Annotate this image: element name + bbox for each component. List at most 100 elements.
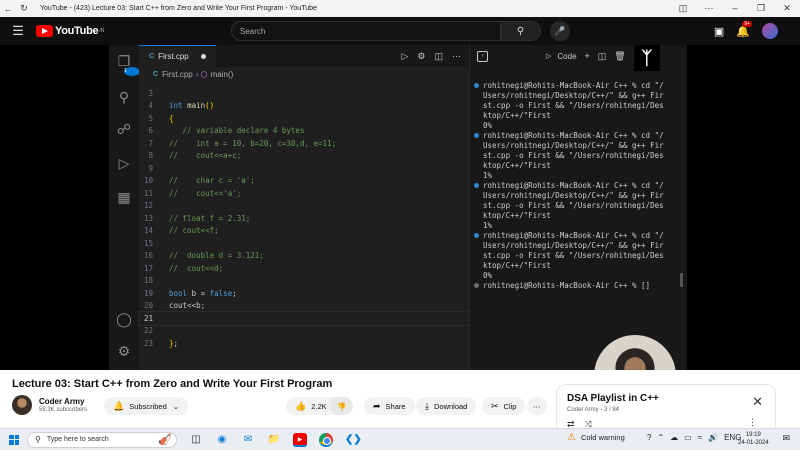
hamburger-menu-icon[interactable]: ☰ bbox=[0, 23, 36, 39]
search-icon: ⚲ bbox=[118, 89, 130, 105]
battery-icon[interactable]: ▭ bbox=[684, 433, 692, 442]
line-number: 4 bbox=[148, 101, 153, 111]
code-line: 4 int main() bbox=[139, 100, 469, 113]
minimize-button[interactable]: – bbox=[722, 3, 748, 14]
channel-avatar[interactable] bbox=[12, 395, 32, 415]
code-line: 11 // cout<<'a'; bbox=[139, 187, 469, 200]
close-playlist-icon[interactable]: ✕ bbox=[752, 394, 763, 410]
task-view-icon[interactable]: ◫ bbox=[189, 433, 203, 447]
cloud-icon[interactable]: ☁ bbox=[670, 433, 678, 442]
clock[interactable]: 19:19 24-01-2024 bbox=[738, 431, 769, 447]
split-terminal-icon: ◫ bbox=[597, 50, 607, 61]
channel-info: Coder Army 58.3K subscribers bbox=[12, 395, 87, 415]
line-number: 10 bbox=[143, 176, 153, 186]
terminal-line: st.cpp -o First && "/Users/rohitnegi/Des bbox=[474, 101, 684, 111]
restore-button[interactable]: ❐ bbox=[748, 3, 774, 14]
line-number: 19 bbox=[143, 288, 153, 298]
code-line: 23}; bbox=[139, 337, 469, 350]
terminal-line: ktop/C++/"First bbox=[474, 261, 684, 271]
clip-label: Clip bbox=[503, 401, 517, 411]
line-text: { bbox=[169, 113, 174, 123]
wifi-icon[interactable]: ≈ bbox=[698, 433, 702, 442]
line-text: // float f = 2.31; bbox=[169, 213, 251, 223]
weather-text: Cold warning bbox=[580, 433, 625, 442]
channel-name[interactable]: Coder Army bbox=[39, 397, 87, 406]
terminal-line-text: st.cpp -o First && "/Users/rohitnegi/Des bbox=[483, 101, 664, 110]
cast-icon[interactable]: ◫ bbox=[670, 3, 696, 14]
youtube-logo-text: YouTube bbox=[55, 25, 99, 37]
code-line: 12 bbox=[139, 200, 469, 213]
code-line: 8 // cout<<a+c; bbox=[139, 150, 469, 163]
create-icon[interactable]: ▣ bbox=[714, 25, 724, 38]
youtube-app-icon[interactable]: ▶ bbox=[293, 432, 307, 447]
volume-icon[interactable]: 🔊 bbox=[708, 433, 718, 442]
help-icon[interactable]: ? bbox=[647, 433, 651, 442]
dislike-button[interactable]: 👎 bbox=[330, 397, 354, 415]
notifications-button[interactable]: 🔔 9+ bbox=[736, 20, 752, 38]
terminal-line: rohitnegi@Rohits-MacBook-Air C++ % cd "/ bbox=[474, 81, 684, 91]
code-line: 14 // cout<<f; bbox=[139, 225, 469, 238]
weather-widget[interactable]: ⚠ Cold warning bbox=[567, 432, 625, 443]
edge-icon[interactable]: ◉ bbox=[215, 433, 229, 447]
share-button[interactable]: ➦ Share bbox=[364, 397, 415, 415]
chevron-down-icon: ⌄ bbox=[172, 401, 180, 411]
more-icon: ⋯ bbox=[452, 51, 461, 61]
voice-search-button[interactable]: 🎤 bbox=[550, 21, 570, 41]
terminal-line: rohitnegi@Rohits-MacBook-Air C++ % cd "/ bbox=[474, 231, 684, 241]
account-avatar[interactable] bbox=[762, 23, 778, 39]
editor-tabs: C First.cpp ▷ ⚙ ◫ ⋯ bbox=[139, 45, 469, 67]
terminal-name: Code bbox=[557, 51, 577, 61]
breadcrumb: C First.cpp › ⬡ main() bbox=[139, 67, 469, 81]
taskbar-search[interactable]: ⚲ Type here to search 🎻 bbox=[27, 431, 177, 448]
playlist-subtitle: Coder Army - 3 / 84 bbox=[567, 407, 620, 413]
line-text: int main() bbox=[169, 101, 215, 111]
download-button[interactable]: ⤓ Download bbox=[416, 397, 477, 415]
search-button[interactable]: ⚲ bbox=[500, 22, 540, 40]
youtube-logo[interactable]: YouTube IN bbox=[36, 25, 104, 37]
clock-time: 19:19 bbox=[745, 432, 761, 438]
code-line: 15 bbox=[139, 237, 469, 250]
playlist-panel: DSA Playlist in C++ Coder Army - 3 / 84 … bbox=[556, 384, 776, 429]
clock-date: 24-01-2024 bbox=[738, 440, 769, 446]
mail-icon[interactable]: ✉ bbox=[241, 433, 255, 447]
reload-icon[interactable]: ↻ bbox=[16, 3, 32, 14]
terminal-line-text: rohitnegi@Rohits-MacBook-Air C++ % cd "/ bbox=[483, 81, 664, 90]
terminal-line: 1% bbox=[474, 171, 684, 181]
code-line: 13 // float f = 2.31; bbox=[139, 212, 469, 225]
video-title: Lecture 03: Start C++ from Zero and Writ… bbox=[12, 378, 333, 390]
code-line: 20 cout<<b; bbox=[139, 300, 469, 313]
line-text: bool b = false; bbox=[169, 288, 237, 298]
clip-button[interactable]: ✂ Clip bbox=[482, 397, 526, 415]
line-number: 18 bbox=[143, 276, 153, 286]
search-input[interactable]: Search bbox=[232, 27, 500, 36]
playlist-more-icon[interactable]: ⋮ bbox=[748, 417, 757, 428]
subscribed-button[interactable]: 🔔 Subscribed ⌄ bbox=[104, 397, 189, 415]
source-control-icon: ☍ bbox=[116, 121, 132, 137]
more-actions-button[interactable]: ⋯ bbox=[527, 397, 547, 415]
share-icon: ➦ bbox=[373, 400, 381, 411]
terminal-line-text: 0% bbox=[483, 271, 493, 280]
more-icon[interactable]: ⋯ bbox=[696, 3, 722, 14]
download-label: Download bbox=[433, 401, 468, 411]
run-icon: ▷ bbox=[401, 51, 409, 61]
line-number: 21 bbox=[143, 313, 153, 323]
terminal-line-text: 1% bbox=[483, 171, 493, 180]
line-text: // cout<<'a'; bbox=[169, 188, 242, 198]
back-icon[interactable]: ← bbox=[0, 4, 16, 14]
playlist-title[interactable]: DSA Playlist in C++ bbox=[567, 393, 765, 404]
file-explorer-icon[interactable]: 📁 bbox=[267, 433, 281, 447]
unsaved-dot-icon bbox=[200, 54, 206, 59]
line-text: // double d = 3.121; bbox=[169, 251, 264, 261]
video-player[interactable]: ❐ 1 ⚲ ☍ ▷ ▦ ◯ ⚙ C First.cpp ▷ ⚙ ◫ ⋯ C Fi… bbox=[0, 45, 800, 417]
subscriber-count: 58.3K subscribers bbox=[39, 407, 88, 413]
channel-logo: ᛉ bbox=[633, 45, 660, 71]
chrome-icon[interactable] bbox=[319, 432, 333, 447]
chevron-up-icon[interactable]: ⌃ bbox=[657, 433, 664, 442]
terminal-line-text: rohitnegi@Rohits-MacBook-Air C++ % cd "/ bbox=[483, 231, 664, 240]
close-button[interactable]: ✕ bbox=[774, 3, 800, 14]
code-line: 3 bbox=[139, 87, 469, 100]
vscode-icon[interactable]: ❮❯ bbox=[345, 433, 362, 447]
windows-start-icon[interactable] bbox=[9, 434, 19, 445]
explorer-badge: 1 bbox=[124, 67, 140, 76]
notification-center-icon[interactable]: ✉ bbox=[782, 433, 790, 444]
